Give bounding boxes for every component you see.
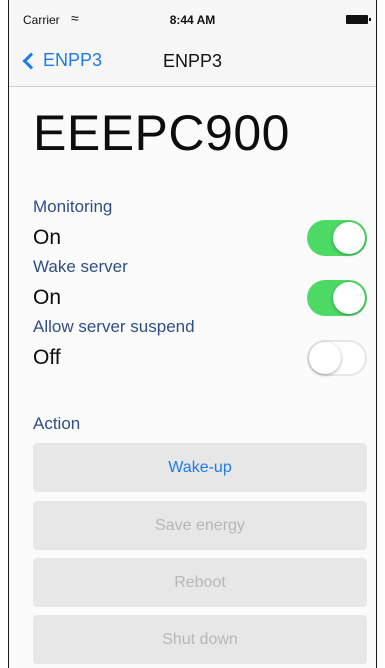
toggle-knob (309, 342, 341, 374)
allow-suspend-value: Off (33, 346, 61, 369)
wake-server-label: Wake server (33, 257, 128, 276)
status-bar: Carrier ≈ 8:44 AM (9, 0, 376, 40)
wake-server-value: On (33, 286, 62, 309)
phone-screen: Carrier ≈ 8:44 AM ENPP3 ENPP3 EEEPC900 M… (8, 0, 377, 668)
action-section-label: Action (33, 414, 81, 433)
allow-suspend-label: Allow server suspend (33, 317, 195, 336)
shut-down-button[interactable]: Shut down (33, 615, 367, 664)
wake-server-toggle[interactable] (307, 280, 367, 316)
toggle-knob (333, 282, 365, 314)
reboot-button[interactable]: Reboot (33, 558, 367, 607)
navigation-bar: ENPP3 ENPP3 (9, 40, 376, 87)
wake-up-button[interactable]: Wake-up (33, 443, 367, 492)
allow-suspend-toggle[interactable] (307, 340, 367, 376)
battery-icon (346, 15, 371, 24)
toggle-knob (333, 222, 365, 254)
monitoring-label: Monitoring (33, 197, 113, 216)
host-name: EEEPC900 (33, 105, 290, 161)
clock-time: 8:44 AM (169, 13, 216, 27)
save-energy-button[interactable]: Save energy (33, 501, 367, 550)
nav-title: ENPP3 (162, 51, 223, 71)
monitoring-toggle[interactable] (307, 220, 367, 256)
monitoring-value: On (33, 226, 62, 249)
